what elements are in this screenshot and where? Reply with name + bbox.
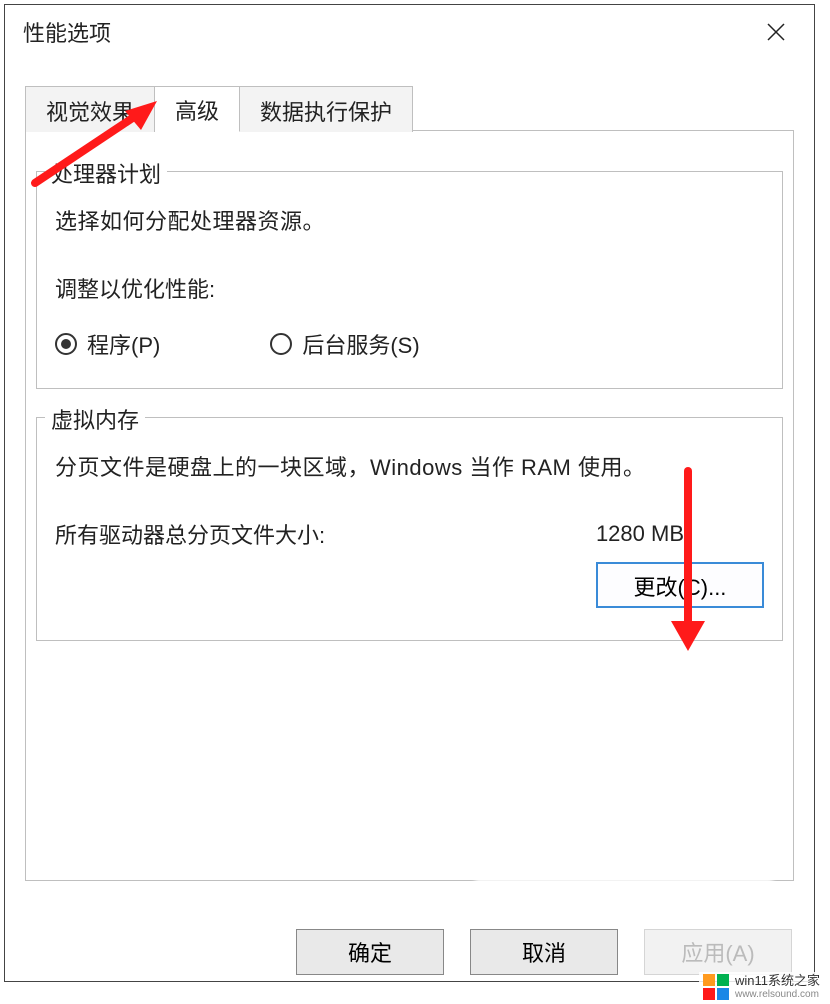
watermark-url: www.relsound.com	[735, 989, 820, 1000]
paging-total-row: 所有驱动器总分页文件大小: 1280 MB	[55, 518, 764, 550]
change-button[interactable]: 更改(C)...	[596, 562, 764, 608]
processor-scheduling-group: 处理器计划 选择如何分配处理器资源。 调整以优化性能: 程序(P) 后台服务(S…	[36, 171, 783, 389]
close-icon	[766, 22, 786, 42]
window-title: 性能选项	[23, 16, 111, 48]
processor-scheduling-legend: 处理器计划	[45, 157, 167, 189]
paging-total-label: 所有驱动器总分页文件大小:	[55, 518, 325, 550]
tab-visual-effects[interactable]: 视觉效果	[25, 86, 155, 132]
virtual-memory-legend: 虚拟内存	[45, 403, 145, 435]
blurred-region	[474, 849, 774, 889]
cancel-button[interactable]: 取消	[470, 929, 618, 975]
radio-programs-label: 程序(P)	[87, 328, 160, 360]
adjust-label: 调整以优化性能:	[55, 272, 764, 304]
virtual-memory-desc: 分页文件是硬盘上的一块区域，Windows 当作 RAM 使用。	[55, 450, 764, 482]
paging-total-value: 1280 MB	[596, 521, 684, 547]
radio-icon	[55, 333, 77, 355]
performance-options-window: 性能选项 视觉效果 高级 数据执行保护 处理器计划 选择如何分配处理器资源。 调…	[4, 4, 815, 982]
radio-background-label: 后台服务(S)	[302, 328, 419, 360]
processor-scheduling-desc: 选择如何分配处理器资源。	[55, 204, 764, 236]
radio-icon	[270, 333, 292, 355]
tab-dep[interactable]: 数据执行保护	[240, 86, 413, 132]
tab-advanced[interactable]: 高级	[155, 86, 240, 132]
radio-background-services[interactable]: 后台服务(S)	[270, 328, 419, 360]
scheduling-radio-row: 程序(P) 后台服务(S)	[55, 328, 764, 360]
watermark-logo-icon	[703, 974, 729, 1000]
watermark: win11系统之家 www.relsound.com	[699, 972, 824, 1002]
apply-button[interactable]: 应用(A)	[644, 929, 792, 975]
ok-button[interactable]: 确定	[296, 929, 444, 975]
dialog-footer: 确定 取消 应用(A)	[5, 929, 814, 975]
tab-bar: 视觉效果 高级 数据执行保护	[25, 85, 794, 131]
virtual-memory-group: 虚拟内存 分页文件是硬盘上的一块区域，Windows 当作 RAM 使用。 所有…	[36, 417, 783, 641]
radio-programs[interactable]: 程序(P)	[55, 328, 160, 360]
watermark-name: win11系统之家	[735, 974, 820, 988]
close-button[interactable]	[756, 12, 796, 52]
advanced-tab-content: 处理器计划 选择如何分配处理器资源。 调整以优化性能: 程序(P) 后台服务(S…	[25, 131, 794, 881]
titlebar: 性能选项	[5, 5, 814, 59]
